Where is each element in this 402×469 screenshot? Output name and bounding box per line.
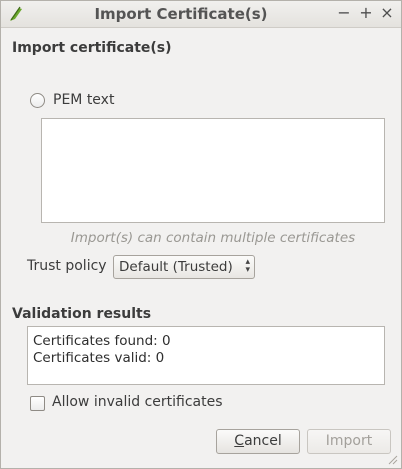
trust-policy-select[interactable]: Default (Trusted) ▴ ▾	[113, 255, 255, 279]
trust-policy-label: Trust policy	[27, 258, 107, 274]
window-title: Import Certificate(s)	[94, 5, 268, 23]
import-heading: Import certificate(s)	[12, 40, 172, 56]
pem-text-radio-label[interactable]: PEM text	[53, 92, 114, 108]
close-icon[interactable]: ×	[378, 4, 396, 22]
minimize-icon[interactable]: −	[335, 4, 353, 22]
import-hint: Import(s) can contain multiple certifica…	[70, 230, 356, 246]
pem-text-radio[interactable]	[30, 93, 45, 108]
spin-arrows-icon: ▴ ▾	[245, 257, 250, 275]
import-certificate-dialog: Import Certificate(s) − + × Import certi…	[0, 0, 402, 469]
import-button[interactable]: Import	[307, 429, 391, 454]
cancel-label: ancel	[244, 433, 282, 449]
validation-results-box[interactable]: Certificates found: 0 Certificates valid…	[27, 326, 385, 385]
allow-invalid-checkbox[interactable]	[30, 396, 45, 411]
title-bar[interactable]: Import Certificate(s) − + ×	[1, 1, 401, 28]
cancel-button[interactable]: Cancel	[216, 429, 300, 454]
maximize-icon[interactable]: +	[357, 4, 375, 22]
validation-heading: Validation results	[12, 306, 152, 322]
pem-text-area[interactable]	[41, 118, 385, 223]
certificates-found-line: Certificates found: 0	[33, 333, 171, 349]
certificates-valid-line: Certificates valid: 0	[33, 350, 165, 366]
allow-invalid-label[interactable]: Allow invalid certificates	[52, 394, 223, 410]
trust-policy-value: Default (Trusted)	[119, 259, 233, 275]
resize-grip-icon[interactable]	[386, 453, 398, 465]
cancel-mnemonic: C	[234, 433, 245, 449]
